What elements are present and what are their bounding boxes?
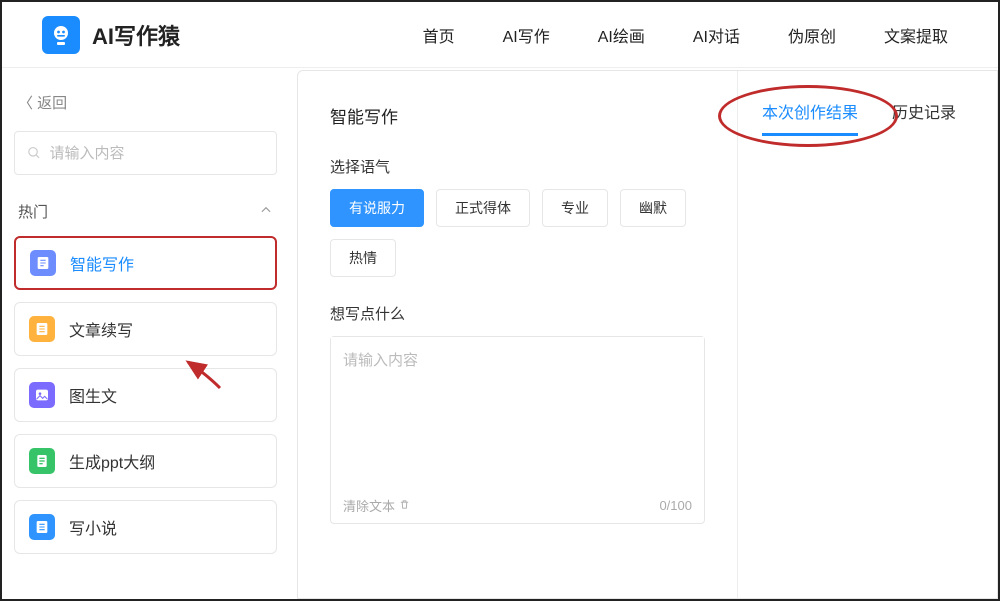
tone-chip-professional[interactable]: 专业	[542, 189, 608, 227]
tone-chips: 有说服力 正式得体 专业 幽默 热情	[330, 189, 705, 277]
image-icon	[29, 382, 55, 408]
logo-wrap: AI写作猿	[42, 16, 180, 54]
sidebar-item-image-to-text[interactable]: 图生文	[14, 368, 277, 422]
content-textarea-wrap: 清除文本 0/100	[330, 336, 705, 524]
form-title: 智能写作	[330, 103, 705, 128]
tone-chip-formal[interactable]: 正式得体	[436, 189, 530, 227]
nav-copy-extract[interactable]: 文案提取	[884, 23, 948, 47]
back-button[interactable]: 〈 返回	[18, 92, 277, 113]
tone-chip-enthusiastic[interactable]: 热情	[330, 239, 396, 277]
sidebar-item-smart-write[interactable]: 智能写作	[14, 236, 277, 290]
sidebar-item-write-novel[interactable]: 写小说	[14, 500, 277, 554]
sidebar-item-ppt-outline[interactable]: 生成ppt大纲	[14, 434, 277, 488]
sidebar-item-label: 写小说	[69, 515, 117, 539]
doc-lines-icon	[29, 316, 55, 342]
sidebar-item-label: 文章续写	[69, 317, 133, 341]
content-textarea[interactable]	[331, 337, 704, 490]
sidebar-item-label: 智能写作	[70, 251, 134, 275]
search-icon	[27, 145, 41, 161]
sidebar-item-label: 图生文	[69, 383, 117, 407]
doc-blue-icon	[29, 514, 55, 540]
section-hot-toggle[interactable]: 热门	[14, 201, 277, 222]
sidebar: 〈 返回 热门 智能写作 文章续写 图生文 生成ppt大纲 写小说	[2, 68, 297, 599]
top-nav: 首页 AI写作 AI绘画 AI对话 伪原创 文案提取	[423, 23, 948, 47]
result-area: 本次创作结果 历史记录	[737, 71, 997, 598]
main-panel: 智能写作 选择语气 有说服力 正式得体 专业 幽默 热情 想写点什么 清除文本 …	[297, 70, 998, 599]
outline-icon	[29, 448, 55, 474]
nav-ai-draw[interactable]: AI绘画	[598, 23, 645, 47]
result-tabs: 本次创作结果 历史记录	[762, 99, 973, 136]
chevron-left-icon: 〈	[18, 95, 37, 112]
sidebar-item-continue-write[interactable]: 文章续写	[14, 302, 277, 356]
tab-current-result[interactable]: 本次创作结果	[762, 99, 858, 136]
nav-ai-chat[interactable]: AI对话	[693, 23, 740, 47]
tone-chip-persuasive[interactable]: 有说服力	[330, 189, 424, 227]
nav-pseudo-original[interactable]: 伪原创	[788, 23, 836, 47]
search-box[interactable]	[14, 131, 277, 175]
search-input[interactable]	[49, 145, 264, 162]
trash-icon	[399, 498, 410, 513]
form-area: 智能写作 选择语气 有说服力 正式得体 专业 幽默 热情 想写点什么 清除文本 …	[298, 71, 737, 598]
chevron-up-icon	[259, 203, 273, 221]
tab-history[interactable]: 历史记录	[892, 99, 956, 136]
content-label: 想写点什么	[330, 303, 705, 324]
app-title: AI写作猿	[92, 19, 180, 51]
nav-ai-write[interactable]: AI写作	[503, 23, 550, 47]
header: AI写作猿 首页 AI写作 AI绘画 AI对话 伪原创 文案提取	[2, 2, 998, 68]
char-counter: 0/100	[659, 498, 692, 513]
sidebar-item-label: 生成ppt大纲	[69, 449, 155, 473]
doc-star-icon	[30, 250, 56, 276]
app-logo-icon	[42, 16, 80, 54]
nav-home[interactable]: 首页	[423, 23, 455, 47]
clear-text-button[interactable]: 清除文本	[343, 496, 410, 515]
tone-chip-humor[interactable]: 幽默	[620, 189, 686, 227]
tone-label: 选择语气	[330, 156, 705, 177]
